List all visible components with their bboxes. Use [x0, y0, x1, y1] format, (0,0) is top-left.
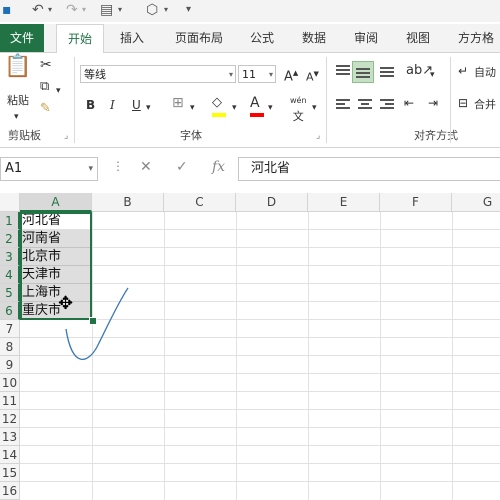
phonetic-guide-button[interactable]: wén 文 [290, 93, 307, 126]
font-size-value: 11 [242, 68, 256, 81]
cancel-icon[interactable]: ✕ [140, 159, 152, 175]
tab-page-layout[interactable]: 页面布局 [166, 24, 232, 52]
border-dropdown-icon[interactable]: ▾ [190, 100, 195, 116]
font-group-label: 字体 [180, 129, 202, 142]
tab-fangfangge[interactable]: 方方格 [452, 24, 500, 52]
fill-color-icon[interactable]: ◇ [212, 95, 222, 111]
name-box-value: A1 [5, 161, 23, 176]
underline-button[interactable]: U [132, 97, 141, 113]
form-dropdown-icon[interactable]: ▾ [118, 0, 122, 20]
orientation-dropdown-icon[interactable]: ▾ [430, 67, 435, 83]
quick-access-toolbar: ▪ ↶ ▾ ↷ ▾ ▤ ▾ ⬡ ▾ ▾ [0, 0, 500, 22]
phonetic-dropdown-icon[interactable]: ▾ [312, 100, 317, 116]
paste-icon[interactable]: 📋 [4, 56, 31, 85]
chevron-down-icon: ▾ [268, 70, 273, 79]
merge-center-label[interactable]: 合并 [474, 97, 496, 113]
save-icon[interactable]: ▪ [2, 0, 12, 20]
fill-color-dropdown-icon[interactable]: ▾ [232, 100, 237, 116]
insert-function-icon[interactable]: fx [212, 159, 225, 175]
merge-center-icon[interactable]: ⊟ [458, 95, 468, 111]
increase-indent-icon[interactable]: ⇥ [428, 95, 438, 111]
paste-label[interactable]: 粘贴 [4, 93, 32, 109]
alignment-group-label: 对齐方式 [414, 129, 458, 142]
enter-check-icon[interactable]: ✓ [176, 159, 188, 175]
font-size-select[interactable]: 11 ▾ [238, 65, 276, 83]
align-bottom-button[interactable] [378, 63, 396, 79]
undo-dropdown-icon[interactable]: ▾ [48, 0, 52, 20]
font-color-swatch [250, 113, 264, 117]
tab-data[interactable]: 数据 [294, 24, 334, 52]
more-options-icon: ⋮ [112, 159, 124, 173]
chevron-down-icon: ▾ [228, 70, 233, 79]
align-left-button[interactable] [334, 97, 352, 113]
tab-formulas[interactable]: 公式 [242, 24, 282, 52]
redo-icon[interactable]: ↷ [66, 0, 78, 20]
align-center-button[interactable] [356, 97, 374, 113]
phonetic-label: wén [290, 96, 307, 105]
align-right-button[interactable] [378, 97, 396, 113]
worksheet-grid[interactable]: A B C D E F G 1 2 3 4 5 6 7 8 9 10 11 12… [0, 193, 500, 500]
font-color-dropdown-icon[interactable]: ▾ [268, 100, 273, 116]
form-icon[interactable]: ▤ [100, 0, 113, 20]
grow-font-label: A [284, 69, 293, 85]
redo-dropdown-icon[interactable]: ▾ [82, 0, 86, 20]
chevron-down-icon: ▾ [88, 164, 93, 174]
tab-view[interactable]: 视图 [398, 24, 438, 52]
ribbon-home: 📋 粘贴 ▾ ✂ ⧉ ▾ ✎ 剪贴板 ⌟ 等线 ▾ 11 ▾ A▲ A▼ B I… [0, 53, 500, 148]
shapes-icon[interactable]: ⬡ [146, 0, 158, 20]
formula-input[interactable]: 河北省 [238, 157, 500, 181]
copy-dropdown-icon[interactable]: ▾ [56, 83, 61, 99]
group-separator [450, 57, 451, 143]
tab-review[interactable]: 审阅 [346, 24, 386, 52]
formula-bar: A1 ▾ ⋮ ✕ ✓ fx 河北省 [0, 157, 500, 183]
decrease-indent-icon[interactable]: ⇤ [404, 95, 414, 111]
font-launcher-icon[interactable]: ⌟ [316, 131, 320, 141]
tab-home[interactable]: 开始 [56, 24, 104, 54]
name-box[interactable]: A1 ▾ [0, 157, 98, 181]
clipboard-launcher-icon[interactable]: ⌟ [64, 131, 68, 141]
clipboard-group-label: 剪贴板 [8, 129, 41, 142]
tab-insert[interactable]: 插入 [112, 24, 152, 52]
font-color-button[interactable]: A [250, 95, 260, 111]
cut-icon[interactable]: ✂ [40, 57, 52, 73]
align-top-button[interactable] [334, 63, 352, 79]
align-middle-button[interactable] [352, 61, 374, 83]
move-cursor-icon: ✥ [58, 293, 74, 314]
fill-color-swatch [212, 113, 226, 117]
group-separator [74, 57, 75, 143]
wrap-text-icon[interactable]: ↵ [458, 63, 468, 79]
shrink-font-button[interactable]: A▼ [306, 66, 319, 86]
group-separator [326, 57, 327, 143]
tab-file[interactable]: 文件 [0, 24, 44, 52]
paste-dropdown-icon[interactable]: ▾ [14, 109, 19, 125]
copy-icon[interactable]: ⧉ [40, 79, 49, 95]
undo-icon[interactable]: ↶ [32, 0, 44, 20]
bold-button[interactable]: B [86, 97, 95, 113]
ribbon-tabs: 文件 开始 插入 页面布局 公式 数据 审阅 视图 方方格 [0, 24, 500, 54]
font-name-select[interactable]: 等线 ▾ [80, 65, 236, 83]
shapes-dropdown-icon[interactable]: ▾ [164, 0, 168, 20]
border-icon[interactable]: ⊞ [172, 95, 184, 111]
customize-toolbar-icon[interactable]: ▾ [186, 0, 191, 20]
annotation-curve [65, 287, 129, 361]
grow-font-button[interactable]: A▲ [284, 65, 298, 85]
phonetic-wen-icon: 文 [292, 110, 304, 123]
font-name-value: 等线 [84, 68, 106, 81]
format-painter-icon[interactable]: ✎ [40, 101, 51, 117]
underline-dropdown-icon[interactable]: ▾ [146, 100, 151, 116]
shrink-font-label: A [306, 70, 314, 84]
italic-button[interactable]: I [110, 97, 115, 113]
wrap-text-label[interactable]: 自动 [474, 65, 496, 81]
